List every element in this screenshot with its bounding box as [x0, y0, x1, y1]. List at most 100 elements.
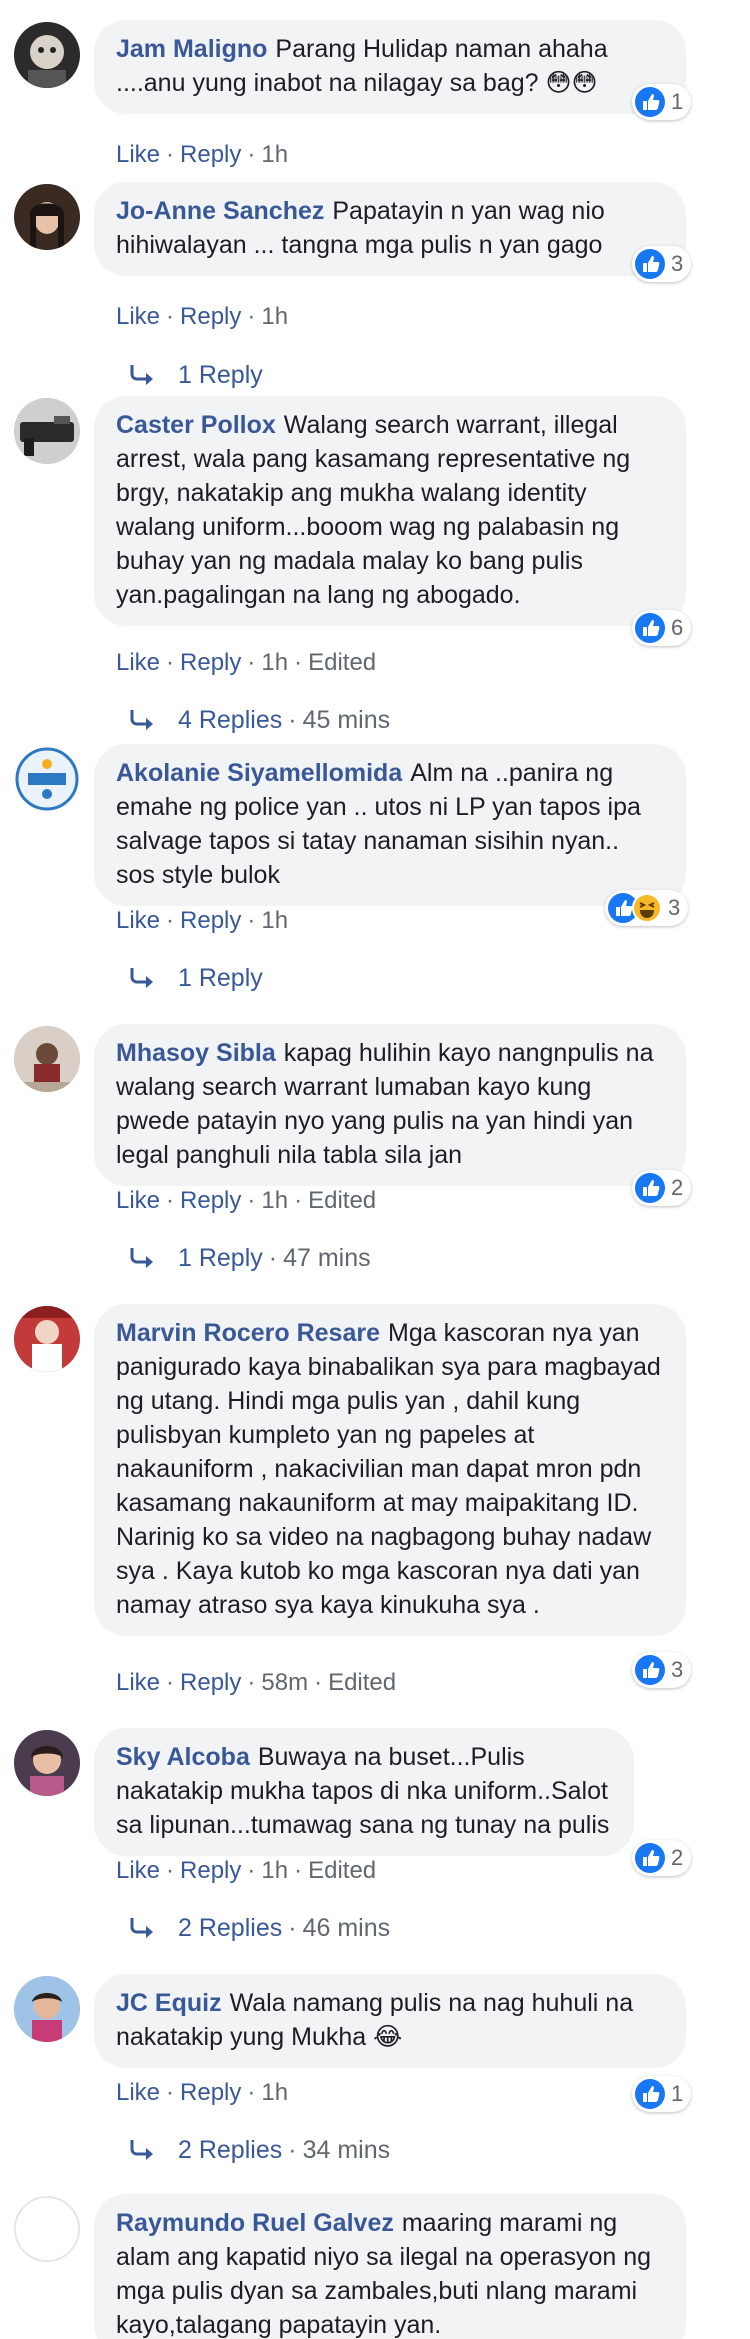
replies-time: 46 mins	[302, 1914, 391, 1942]
replies-count[interactable]: 1 Reply	[178, 963, 263, 993]
comment-actions: Like · Reply · 1h	[116, 2079, 289, 2106]
avatar[interactable]	[14, 1976, 80, 2042]
comment-time[interactable]: 1h	[261, 1857, 288, 1884]
comment-bubble: Marvin Rocero Resare Mga kascoran nya yan…	[94, 1304, 686, 1636]
reply-arrow-icon	[130, 1918, 153, 1938]
reaction-summary[interactable]: 3	[632, 246, 692, 282]
comment-author[interactable]: Mhasoy Sibla	[116, 1039, 276, 1067]
like-link[interactable]: Like	[116, 2079, 160, 2106]
comment-bubble: Caster Pollox Walang search warrant, ille…	[94, 396, 686, 626]
reply-link[interactable]: Reply	[180, 303, 241, 330]
replies-count[interactable]: 2 Replies	[178, 2135, 282, 2165]
like-icon	[635, 1843, 665, 1873]
comment-time[interactable]: 1h	[261, 1187, 288, 1214]
reply-link[interactable]: Reply	[180, 141, 241, 168]
like-link[interactable]: Like	[116, 1857, 160, 1884]
reaction-summary[interactable]: 6	[632, 610, 692, 646]
comment-author[interactable]: JC Equiz	[116, 1989, 222, 2017]
reaction-summary[interactable]: 1	[632, 2076, 692, 2112]
reaction-count: 1	[671, 89, 684, 114]
reaction-summary[interactable]: 1	[632, 84, 692, 120]
avatar[interactable]	[14, 22, 80, 88]
reply-arrow-icon	[130, 2140, 153, 2160]
reaction-count: 6	[671, 615, 684, 640]
replies-time: 47 mins	[283, 1244, 371, 1272]
reply-link[interactable]: Reply	[180, 1187, 241, 1214]
comment-bubble: Mhasoy Sibla kapag hulihin kayo nangnpuli…	[94, 1024, 686, 1186]
avatar[interactable]	[14, 1306, 80, 1372]
like-link[interactable]: Like	[116, 1187, 160, 1214]
edited-label[interactable]: Edited	[308, 1857, 376, 1884]
comment-bubble: Sky Alcoba Buwaya na buset...Pulis nakata…	[94, 1728, 634, 1856]
comment-author[interactable]: Marvin Rocero Resare	[116, 1319, 380, 1347]
reply-arrow-icon	[130, 968, 153, 988]
reaction-count: 3	[671, 251, 684, 276]
comment-author[interactable]: Sky Alcoba	[116, 1743, 250, 1771]
edited-label[interactable]: Edited	[308, 1187, 376, 1214]
comment-time[interactable]: 1h	[261, 303, 288, 330]
comment-time[interactable]: 1h	[261, 2079, 288, 2106]
reply-link[interactable]: Reply	[180, 2079, 241, 2106]
comment-time[interactable]: 1h	[261, 907, 288, 934]
edited-label[interactable]: Edited	[308, 649, 376, 676]
avatar[interactable]	[14, 1730, 80, 1796]
view-replies-link[interactable]: 1 Reply	[128, 360, 263, 390]
view-replies-link[interactable]: 2 Replies · 34 mins	[128, 2135, 390, 2165]
reaction-summary[interactable]: 3	[605, 890, 689, 926]
like-link[interactable]: Like	[116, 303, 160, 330]
comment-bubble: JC Equiz Wala namang pulis na nag huhuli …	[94, 1974, 686, 2068]
like-link[interactable]: Like	[116, 907, 160, 934]
comment-author[interactable]: Raymundo Ruel Galvez	[116, 2209, 394, 2237]
like-link[interactable]: Like	[116, 649, 160, 676]
avatar[interactable]	[14, 746, 80, 812]
comment-actions: Like · Reply · 1h · Edited	[116, 649, 377, 676]
reply-link[interactable]: Reply	[180, 1857, 241, 1884]
replies-count[interactable]: 1 Reply	[178, 1243, 263, 1273]
comment-actions: Like · Reply · 58m · Edited	[116, 1669, 397, 1696]
like-icon	[635, 87, 665, 117]
reply-arrow-icon	[130, 1248, 153, 1268]
comment-time[interactable]: 1h	[261, 141, 288, 168]
view-replies-link[interactable]: 2 Replies · 46 mins	[128, 1913, 390, 1943]
replies-count[interactable]: 1 Reply	[178, 360, 263, 390]
reaction-summary[interactable]: 3	[632, 1652, 692, 1688]
comment-author[interactable]: Jam Maligno	[116, 35, 267, 63]
comment-actions: Like · Reply · 1h	[116, 907, 289, 934]
reaction-summary[interactable]: 2	[632, 1840, 692, 1876]
view-replies-link[interactable]: 1 Reply · 47 mins	[128, 1243, 371, 1273]
avatar[interactable]	[14, 1026, 80, 1092]
like-link[interactable]: Like	[116, 1669, 160, 1696]
comment-bubble: Jam Maligno Parang Hulidap naman ahaha ..…	[94, 20, 686, 114]
reaction-count: 1	[671, 2081, 684, 2106]
comment-time[interactable]: 1h	[261, 649, 288, 676]
view-replies-link[interactable]: 1 Reply	[128, 963, 263, 993]
avatar[interactable]	[14, 184, 80, 250]
replies-count[interactable]: 4 Replies	[178, 705, 282, 735]
reply-link[interactable]: Reply	[180, 649, 241, 676]
reply-arrow-icon	[130, 365, 153, 385]
view-replies-link[interactable]: 4 Replies · 45 mins	[128, 705, 390, 735]
replies-count[interactable]: 2 Replies	[178, 1913, 282, 1943]
comment-author[interactable]: Caster Pollox	[116, 411, 276, 439]
reaction-summary[interactable]: 2	[632, 1170, 692, 1206]
comment-bubble: Akolanie Siyamellomida Alm na ..panira ng…	[94, 744, 686, 906]
comment-text: Walang search warrant, illegal arrest, w…	[116, 411, 631, 609]
avatar[interactable]	[14, 398, 80, 464]
comment-time[interactable]: 58m	[261, 1669, 308, 1696]
comment-author[interactable]: Akolanie Siyamellomida	[116, 759, 402, 787]
reply-link[interactable]: Reply	[180, 1669, 241, 1696]
comment-actions: Like · Reply · 1h	[116, 303, 289, 330]
reply-link[interactable]: Reply	[180, 907, 241, 934]
comment-actions: Like · Reply · 1h · Edited	[116, 1187, 377, 1214]
edited-label[interactable]: Edited	[328, 1669, 396, 1696]
replies-time: 34 mins	[302, 2136, 391, 2164]
comment-author[interactable]: Jo-Anne Sanchez	[116, 197, 324, 225]
like-link[interactable]: Like	[116, 141, 160, 168]
comment-text: Mga kascoran nya yan panigurado kaya bin…	[116, 1319, 661, 1619]
avatar[interactable]	[14, 2196, 80, 2262]
comment-actions: Like · Reply · 1h	[116, 141, 289, 168]
like-icon	[635, 249, 665, 279]
comment-bubble: Jo-Anne Sanchez Papatayin n yan wag nio h…	[94, 182, 686, 276]
reaction-count: 2	[671, 1175, 684, 1200]
like-icon	[635, 1173, 665, 1203]
